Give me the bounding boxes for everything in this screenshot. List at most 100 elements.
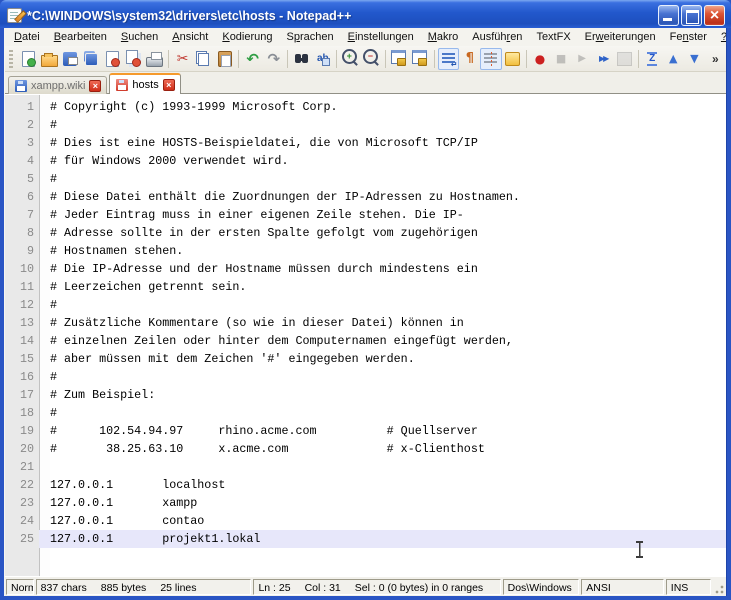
- status-selection: Sel : 0 (0 bytes) in 0 ranges: [355, 582, 483, 594]
- status-chars: 837 chars: [41, 582, 87, 594]
- textfx-icon[interactable]: [642, 48, 663, 70]
- status-cursor-position: Ln : 25 Col : 31 Sel : 0 (0 bytes) in 0 …: [253, 579, 500, 595]
- editor-line-3[interactable]: 3# Dies ist eine HOSTS-Beispieldatei, di…: [5, 134, 726, 152]
- editor-line-8[interactable]: 8# Adresse sollte in der ersten Spalte g…: [5, 224, 726, 242]
- tab-close-icon[interactable]: ×: [89, 80, 101, 92]
- status-encoding[interactable]: ANSI: [581, 579, 664, 595]
- editor-line-24[interactable]: 24127.0.0.1 contao: [5, 512, 726, 530]
- editor-line-17[interactable]: 17# Zum Beispiel:: [5, 386, 726, 404]
- menu-suchen[interactable]: Suchen: [114, 29, 165, 45]
- line-number: 17: [5, 386, 39, 404]
- menu-ausfuehren[interactable]: Ausführen: [465, 29, 529, 45]
- editor-line-16[interactable]: 16#: [5, 368, 726, 386]
- macro-save-icon[interactable]: [614, 48, 635, 70]
- indent-guide-icon[interactable]: [480, 48, 501, 70]
- line-number: 4: [5, 152, 39, 170]
- menu-sprachen[interactable]: Sprachen: [280, 29, 341, 45]
- tab-hosts[interactable]: hosts×: [109, 73, 180, 94]
- sync-horizontal-icon[interactable]: [410, 48, 431, 70]
- toolbar-overflow-icon[interactable]: [705, 48, 726, 70]
- editor-line-13[interactable]: 13# Zusätzliche Kommentare (so wie in di…: [5, 314, 726, 332]
- status-bytes: 885 bytes: [101, 582, 147, 594]
- editor-line-9[interactable]: 9# Hostnamen stehen.: [5, 242, 726, 260]
- print-icon[interactable]: [144, 48, 165, 70]
- menu-bearbeiten[interactable]: Bearbeiten: [47, 29, 114, 45]
- line-text: [50, 458, 726, 476]
- fold-margin: [39, 350, 50, 368]
- menu-makro[interactable]: Makro: [421, 29, 466, 45]
- menu-einstellungen[interactable]: Einstellungen: [341, 29, 421, 45]
- open-file-icon[interactable]: [39, 48, 60, 70]
- paste-icon[interactable]: [214, 48, 235, 70]
- replace-icon[interactable]: [312, 48, 333, 70]
- menu-erweiterungen[interactable]: Erweiterungen: [578, 29, 663, 45]
- toolbar: [5, 46, 726, 72]
- editor-line-4[interactable]: 4# für Windows 2000 verwendet wird.: [5, 152, 726, 170]
- editor-line-11[interactable]: 11# Leerzeichen getrennt sein.: [5, 278, 726, 296]
- macro-run-multiple-icon[interactable]: [593, 48, 614, 70]
- word-wrap-icon[interactable]: [438, 48, 459, 70]
- copy-icon[interactable]: [193, 48, 214, 70]
- editor-line-22[interactable]: 22127.0.0.1 localhost: [5, 476, 726, 494]
- status-insert-mode[interactable]: INS: [666, 579, 711, 595]
- menu-datei[interactable]: Datei: [7, 29, 47, 45]
- save-all-icon[interactable]: [81, 48, 102, 70]
- line-text: 127.0.0.1 contao: [50, 512, 726, 530]
- editor[interactable]: 1# Copyright (c) 1993-1999 Microsoft Cor…: [5, 94, 726, 576]
- line-number: 1: [5, 98, 39, 116]
- doc-map-icon[interactable]: [502, 48, 523, 70]
- line-text: # 102.54.94.97 rhino.acme.com # Quellser…: [50, 422, 726, 440]
- title-bar[interactable]: *C:\WINDOWS\system32\drivers\etc\hosts -…: [0, 0, 731, 28]
- close-all-icon[interactable]: [123, 48, 144, 70]
- undo-icon[interactable]: [242, 48, 263, 70]
- macro-record-icon[interactable]: [530, 48, 551, 70]
- show-all-chars-icon[interactable]: [459, 48, 480, 70]
- macro-play-icon[interactable]: [572, 48, 593, 70]
- line-number: 9: [5, 242, 39, 260]
- new-file-icon[interactable]: [18, 48, 39, 70]
- close-file-icon[interactable]: [102, 48, 123, 70]
- redo-icon[interactable]: [263, 48, 284, 70]
- toolbar-grip[interactable]: [9, 50, 13, 68]
- tab-xampp-wiki[interactable]: xampp.wiki×: [8, 76, 107, 94]
- status-eol-format[interactable]: Dos\Windows: [503, 579, 580, 595]
- find-icon[interactable]: [291, 48, 312, 70]
- maximize-button[interactable]: [681, 5, 702, 26]
- minimize-button[interactable]: [658, 5, 679, 26]
- editor-line-15[interactable]: 15# aber müssen mit dem Zeichen '#' eing…: [5, 350, 726, 368]
- menu-bar-items: DateiBearbeitenSuchenAnsichtKodierungSpr…: [7, 29, 727, 45]
- editor-line-7[interactable]: 7# Jeder Eintrag muss in einer eigenen Z…: [5, 206, 726, 224]
- editor-line-1[interactable]: 1# Copyright (c) 1993-1999 Microsoft Cor…: [5, 98, 726, 116]
- editor-line-21[interactable]: 21: [5, 458, 726, 476]
- sync-vertical-icon[interactable]: [389, 48, 410, 70]
- zoom-out-icon[interactable]: [361, 48, 382, 70]
- cut-icon[interactable]: [172, 48, 193, 70]
- fold-margin: [39, 134, 50, 152]
- editor-line-25[interactable]: 25127.0.0.1 projekt1.lokal: [5, 530, 726, 548]
- line-number: 8: [5, 224, 39, 242]
- move-up-icon[interactable]: [663, 48, 684, 70]
- menu-hilfe[interactable]: ?: [714, 29, 727, 45]
- editor-line-12[interactable]: 12#: [5, 296, 726, 314]
- editor-line-2[interactable]: 2#: [5, 116, 726, 134]
- tab-close-icon[interactable]: ×: [163, 79, 175, 91]
- menu-textfx[interactable]: TextFX: [529, 29, 577, 45]
- editor-line-23[interactable]: 23127.0.0.1 xampp: [5, 494, 726, 512]
- menu-fenster[interactable]: Fenster: [663, 29, 714, 45]
- save-icon[interactable]: [60, 48, 81, 70]
- editor-line-14[interactable]: 14# einzelnen Zeilen oder hinter dem Com…: [5, 332, 726, 350]
- status-lines: 25 lines: [160, 582, 196, 594]
- menu-kodierung[interactable]: Kodierung: [215, 29, 279, 45]
- macro-stop-icon[interactable]: [551, 48, 572, 70]
- editor-line-19[interactable]: 19# 102.54.94.97 rhino.acme.com # Quells…: [5, 422, 726, 440]
- zoom-in-icon[interactable]: [340, 48, 361, 70]
- editor-line-5[interactable]: 5#: [5, 170, 726, 188]
- editor-line-6[interactable]: 6# Diese Datei enthält die Zuordnungen d…: [5, 188, 726, 206]
- move-down-icon[interactable]: [684, 48, 705, 70]
- menu-ansicht[interactable]: Ansicht: [165, 29, 215, 45]
- editor-line-18[interactable]: 18#: [5, 404, 726, 422]
- editor-line-20[interactable]: 20# 38.25.63.10 x.acme.com # x-Clienthos…: [5, 440, 726, 458]
- close-button[interactable]: [704, 5, 725, 26]
- editor-line-10[interactable]: 10# Die IP-Adresse und der Hostname müss…: [5, 260, 726, 278]
- resize-grip-icon[interactable]: [713, 579, 725, 595]
